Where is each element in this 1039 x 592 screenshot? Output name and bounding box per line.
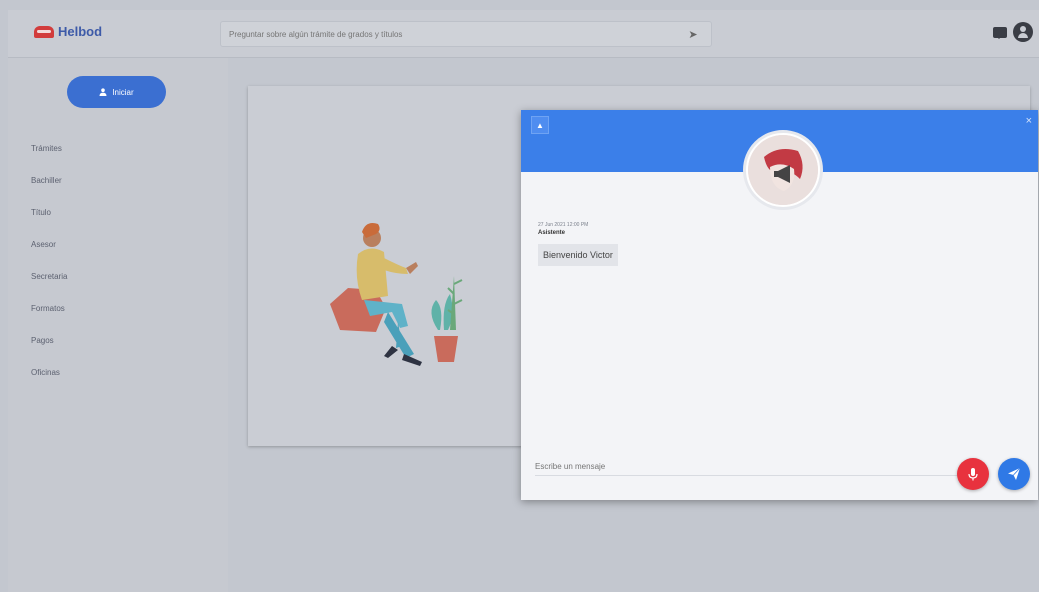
send-button[interactable] bbox=[998, 458, 1030, 490]
paper-plane-icon bbox=[1008, 467, 1021, 480]
login-label: Iniciar bbox=[112, 87, 134, 97]
send-icon[interactable]: ➤ bbox=[683, 24, 703, 44]
message-timestamp: 27 Jun 2021 12:00 PM bbox=[538, 222, 589, 228]
sidebar-item-secretaria[interactable]: Secretaria bbox=[28, 260, 67, 292]
chat-window: ▲ × 27 Jun 2021 12:00 PM Asistente Bienv… bbox=[521, 110, 1038, 500]
sidebar-item-bachiller[interactable]: Bachiller bbox=[28, 164, 67, 196]
microphone-icon bbox=[968, 468, 978, 481]
sidebar: Iniciar Trámites Bachiller Título Asesor… bbox=[8, 58, 228, 592]
logo[interactable]: Helbod bbox=[34, 24, 102, 39]
search-bar: ➤ bbox=[220, 21, 712, 47]
close-button[interactable]: × bbox=[1026, 115, 1032, 127]
sidebar-item-asesor[interactable]: Asesor bbox=[28, 228, 67, 260]
sidebar-item-formatos[interactable]: Formatos bbox=[28, 292, 67, 324]
graduation-cap-icon bbox=[34, 25, 54, 38]
user-icon bbox=[99, 88, 107, 96]
sidebar-item-pagos[interactable]: Pagos bbox=[28, 324, 67, 356]
login-button[interactable]: Iniciar bbox=[67, 76, 166, 108]
sidebar-menu: Trámites Bachiller Título Asesor Secreta… bbox=[28, 132, 67, 388]
microphone-button[interactable] bbox=[957, 458, 989, 490]
illustration bbox=[330, 223, 463, 366]
megaphone-icon bbox=[748, 135, 818, 205]
top-icons bbox=[993, 22, 1033, 42]
message-input-row bbox=[535, 456, 965, 476]
sidebar-item-oficinas[interactable]: Oficinas bbox=[28, 356, 67, 388]
top-bar: Helbod ➤ bbox=[8, 10, 1039, 58]
message-author: Asistente bbox=[538, 230, 566, 236]
message-input[interactable] bbox=[535, 462, 965, 471]
user-icon[interactable] bbox=[1013, 22, 1033, 42]
search-input[interactable] bbox=[229, 29, 683, 39]
minimize-button[interactable]: ▲ bbox=[531, 116, 549, 134]
logo-text: Helbod bbox=[58, 24, 103, 39]
sidebar-item-titulo[interactable]: Título bbox=[28, 196, 67, 228]
chat-icon[interactable] bbox=[993, 26, 1007, 39]
bot-avatar bbox=[743, 130, 823, 210]
sidebar-item-tramites[interactable]: Trámites bbox=[28, 132, 67, 164]
message-bubble: Bienvenido Victor bbox=[538, 244, 618, 266]
